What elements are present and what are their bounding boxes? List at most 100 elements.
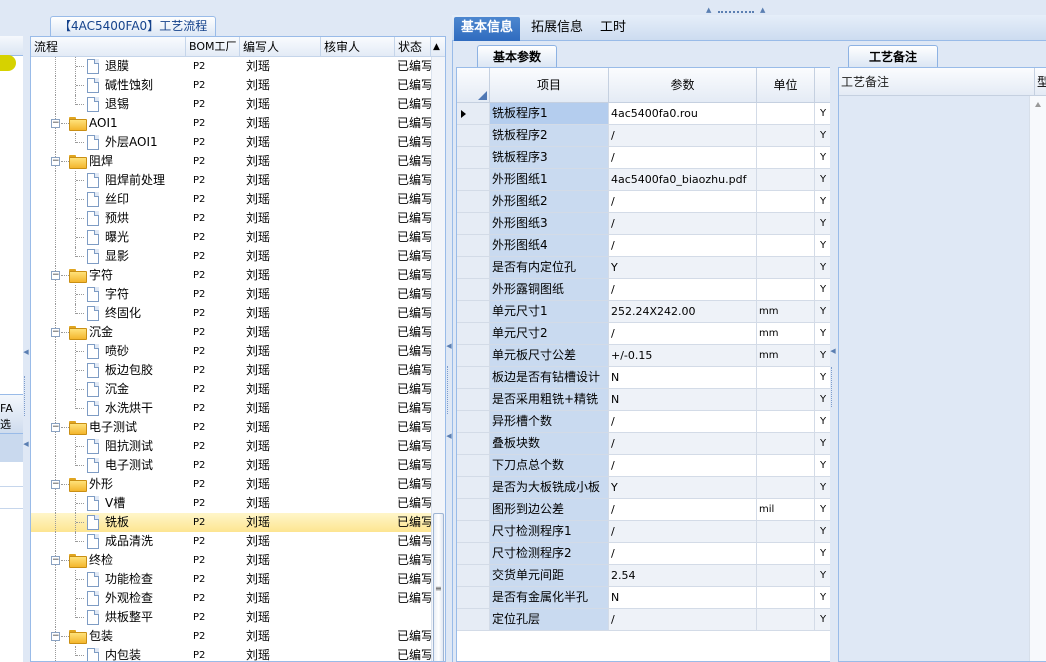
row-indicator[interactable] <box>457 169 490 191</box>
param-unit-cell[interactable]: mil <box>757 499 815 521</box>
tree-step-row[interactable]: 沉金 P2 刘瑶 已编写 <box>31 380 431 399</box>
param-row[interactable]: 铣板程序1 4ac5400fa0.rou Y <box>457 103 830 125</box>
param-value-cell[interactable]: / <box>609 433 757 455</box>
param-value-cell[interactable]: / <box>609 609 757 631</box>
tree-step-row[interactable]: 外观检查 P2 刘瑶 已编写 <box>31 589 431 608</box>
param-value-cell[interactable]: N <box>609 367 757 389</box>
collapse-up-icon[interactable]: ▲ <box>706 6 711 14</box>
param-row[interactable]: 是否有内定位孔 Y Y <box>457 257 830 279</box>
collapse-icon[interactable]: − <box>51 157 60 166</box>
tree-step-row[interactable]: 阻抗测试 P2 刘瑶 已编写 <box>31 437 431 456</box>
tree-step-row[interactable]: 阻焊前处理 P2 刘瑶 已编写 <box>31 171 431 190</box>
param-value-cell[interactable]: / <box>609 125 757 147</box>
collapse-icon[interactable]: − <box>51 119 60 128</box>
col-header-bom[interactable]: BOM工厂 <box>186 37 240 57</box>
param-row[interactable]: 外形图纸1 4ac5400fa0_biaozhu.pdf Y <box>457 169 830 191</box>
tree-step-row[interactable]: 内包装 P2 刘瑶 已编写 <box>31 646 431 661</box>
tree-step-row[interactable]: 字符 P2 刘瑶 已编写 <box>31 285 431 304</box>
col-header-process[interactable]: 流程 <box>31 37 186 57</box>
param-value-cell[interactable]: N <box>609 587 757 609</box>
param-row[interactable]: 铣板程序2/ Y <box>457 125 830 147</box>
row-indicator[interactable] <box>457 323 490 345</box>
row-indicator[interactable] <box>457 235 490 257</box>
row-indicator[interactable] <box>457 433 490 455</box>
collapse-left-icon[interactable]: ◀ <box>23 440 29 448</box>
param-row[interactable]: 下刀点总个数 / Y <box>457 455 830 477</box>
param-row[interactable]: 铣板程序3/ Y <box>457 147 830 169</box>
param-row[interactable]: 是否为大板铣成小板 Y Y <box>457 477 830 499</box>
tree-step-row[interactable]: 外层AOI1 P2 刘瑶 已编写 <box>31 133 431 152</box>
param-row[interactable]: 叠板块数 / Y <box>457 433 830 455</box>
tree-step-row[interactable]: 铣板 P2 刘瑶 已编写 <box>31 513 431 532</box>
param-unit-cell[interactable] <box>757 367 815 389</box>
col-header-type[interactable]: 型 <box>1037 68 1046 96</box>
row-indicator[interactable] <box>457 455 490 477</box>
param-value-cell[interactable]: N <box>609 389 757 411</box>
param-value-cell[interactable]: 252.24X242.00 <box>609 301 757 323</box>
param-value-cell[interactable]: / <box>609 213 757 235</box>
tree-group-row[interactable]: − AOI1 P2 刘瑶 已编写 <box>31 114 431 133</box>
row-indicator[interactable] <box>457 257 490 279</box>
collapse-icon[interactable]: − <box>51 271 60 280</box>
row-indicator[interactable] <box>457 521 490 543</box>
tree-group-row[interactable]: − 包装 P2 刘瑶 已编写 <box>31 627 431 646</box>
row-indicator[interactable] <box>457 191 490 213</box>
tab-extended-info[interactable]: 拓展信息 <box>524 17 590 41</box>
param-row[interactable]: 尺寸检测程序2/ Y <box>457 543 830 565</box>
tree-step-row[interactable]: 烘板整平 P2 刘瑶 <box>31 608 431 627</box>
param-unit-cell[interactable] <box>757 521 815 543</box>
tree-group-row[interactable]: − 字符 P2 刘瑶 已编写 <box>31 266 431 285</box>
tree-step-row[interactable]: 板边包胶 P2 刘瑶 已编写 <box>31 361 431 380</box>
row-indicator[interactable] <box>457 499 490 521</box>
tab-work-hours[interactable]: 工时 <box>593 17 633 41</box>
tree-step-row[interactable]: 电子测试 P2 刘瑶 已编写 <box>31 456 431 475</box>
param-value-cell[interactable]: / <box>609 147 757 169</box>
param-unit-cell[interactable] <box>757 235 815 257</box>
param-value-cell[interactable]: / <box>609 499 757 521</box>
tree-step-row[interactable]: 喷砂 P2 刘瑶 已编写 <box>31 342 431 361</box>
col-header-process-notes[interactable]: 工艺备注 <box>841 68 1035 96</box>
param-unit-cell[interactable] <box>757 191 815 213</box>
collapse-icon[interactable]: − <box>51 632 60 641</box>
collapse-icon[interactable]: − <box>51 556 60 565</box>
tree-step-row[interactable]: 水洗烘干 P2 刘瑶 已编写 <box>31 399 431 418</box>
param-row[interactable]: 尺寸检测程序1/ Y <box>457 521 830 543</box>
param-value-cell[interactable]: 2.54 <box>609 565 757 587</box>
param-row[interactable]: 外形露铜图纸 / Y <box>457 279 830 301</box>
param-row[interactable]: 单元尺寸1 252.24X242.00 mm Y <box>457 301 830 323</box>
tree-step-row[interactable]: 碱性蚀刻 P2 刘瑶 已编写 <box>31 76 431 95</box>
tree-step-row[interactable]: 功能检查 P2 刘瑶 已编写 <box>31 570 431 589</box>
row-indicator[interactable] <box>457 301 490 323</box>
collapse-icon[interactable]: − <box>51 328 60 337</box>
col-header-unit[interactable]: 单位 <box>757 68 815 103</box>
tree-step-row[interactable]: 曝光 P2 刘瑶 已编写 <box>31 228 431 247</box>
param-row[interactable]: 异形槽个数 / Y <box>457 411 830 433</box>
row-indicator[interactable] <box>457 147 490 169</box>
tab-basic-params[interactable]: 基本参数 <box>477 45 557 67</box>
tree-scrollbar[interactable]: ≡ <box>431 57 445 661</box>
param-unit-cell[interactable] <box>757 257 815 279</box>
param-row[interactable]: 定位孔层 / Y <box>457 609 830 631</box>
notes-scrollbar[interactable] <box>1029 96 1046 661</box>
row-indicator[interactable] <box>457 345 490 367</box>
row-indicator[interactable] <box>457 587 490 609</box>
param-value-cell[interactable]: 4ac5400fa0.rou <box>609 103 757 125</box>
row-indicator[interactable] <box>457 279 490 301</box>
param-row[interactable]: 外形图纸3/ Y <box>457 213 830 235</box>
tree-step-row[interactable]: 退锡 P2 刘瑶 已编写 <box>31 95 431 114</box>
param-unit-cell[interactable] <box>757 103 815 125</box>
param-unit-cell[interactable] <box>757 609 815 631</box>
param-row[interactable]: 是否有金属化半孔 N Y <box>457 587 830 609</box>
row-indicator[interactable] <box>457 609 490 631</box>
param-unit-cell[interactable]: mm <box>757 301 815 323</box>
scroll-up-icon[interactable]: ▲ <box>431 37 445 57</box>
param-row[interactable]: 单元尺寸2/mm Y <box>457 323 830 345</box>
param-unit-cell[interactable]: mm <box>757 323 815 345</box>
param-row[interactable]: 板边是否有钻槽设计 N Y <box>457 367 830 389</box>
tree-group-row[interactable]: − 电子测试 P2 刘瑶 已编写 <box>31 418 431 437</box>
param-row[interactable]: 图形到边公差 / mil Y <box>457 499 830 521</box>
row-indicator[interactable] <box>457 565 490 587</box>
collapse-left-icon[interactable]: ◀ <box>23 348 29 356</box>
col-header-value[interactable]: 参数 <box>609 68 757 103</box>
collapse-icon[interactable]: − <box>51 480 60 489</box>
